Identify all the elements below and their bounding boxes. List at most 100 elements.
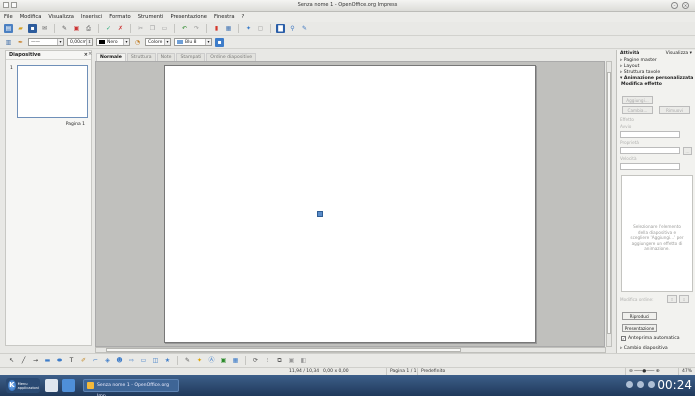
area-color-combo[interactable]: Blu 8 ▾	[174, 38, 212, 46]
line-width-combo[interactable]: 0,00cm ⇕	[67, 38, 93, 46]
menu-presentazione[interactable]: Presentazione	[170, 14, 206, 20]
tab-stampati[interactable]: Stampati	[176, 53, 206, 61]
area-style-combo[interactable]: Colore ▾	[145, 38, 171, 46]
cut-icon[interactable]: ✂	[136, 24, 145, 33]
save-icon[interactable]: ▪	[28, 24, 37, 33]
move-up-icon[interactable]: ⇧	[667, 295, 677, 303]
line-icon[interactable]: ╱	[19, 356, 28, 365]
tab-struttura[interactable]: Struttura	[126, 53, 156, 61]
slide-thumbnail[interactable]	[17, 65, 88, 118]
object-placeholder-icon[interactable]	[317, 211, 323, 217]
window-titlebar[interactable]: Senza nome 1 - OpenOffice.org Impress – …	[0, 0, 695, 12]
flowchart-icon[interactable]: ▭	[139, 356, 148, 365]
menu-help[interactable]: ?	[242, 14, 245, 20]
print-icon[interactable]: ⎙	[84, 24, 93, 33]
select-icon[interactable]: ↖	[7, 356, 16, 365]
comment-icon[interactable]: ✎	[300, 24, 309, 33]
menu-finestra[interactable]: Finestra	[214, 14, 235, 20]
zoom-slider[interactable]: ⊖ ───●─── ⊕	[625, 368, 675, 375]
vertical-scroll-thumb[interactable]	[607, 72, 611, 334]
change-effect-button[interactable]: Cambia...	[622, 106, 653, 114]
gallery-icon[interactable]: ▢	[256, 24, 265, 33]
close-icon[interactable]: ×	[88, 51, 92, 57]
table-icon[interactable]: ▦	[224, 24, 233, 33]
spellcheck-icon[interactable]: ✓	[104, 24, 113, 33]
speed-combo[interactable]	[620, 163, 680, 170]
property-options-button[interactable]: …	[683, 147, 692, 155]
shadow-toggle-icon[interactable]: ▣	[287, 356, 296, 365]
curve-icon[interactable]: ✐	[79, 356, 88, 365]
minimize-icon[interactable]: –	[671, 2, 678, 9]
edit-icon[interactable]: ✎	[60, 24, 69, 33]
gallery-toolbar-icon[interactable]: ▦	[231, 356, 240, 365]
ellipse-icon[interactable]: ⬬	[55, 356, 64, 365]
align-icon[interactable]: ⫶	[263, 356, 272, 365]
status-zoom[interactable]: 47%	[678, 368, 692, 375]
menu-inserisci[interactable]: Inserisci	[81, 14, 102, 20]
paste-icon[interactable]: ▭	[160, 24, 169, 33]
open-icon[interactable]: ▰	[16, 24, 25, 33]
fontwork-icon[interactable]: Ⓐ	[207, 356, 216, 365]
slide-canvas[interactable]	[95, 61, 605, 347]
new-icon[interactable]: ▤	[4, 24, 13, 33]
area-icon[interactable]: ◔	[133, 38, 142, 47]
text-icon[interactable]: T	[67, 356, 76, 365]
menu-modifica[interactable]: Modifica	[20, 14, 42, 20]
stars-icon[interactable]: ★	[163, 356, 172, 365]
menu-formato[interactable]: Formato	[109, 14, 130, 20]
auto-preview-checkbox[interactable]: ✓	[621, 336, 626, 341]
start-menu-button[interactable]: K Menu applicazioni	[6, 378, 40, 393]
tab-ordine-diapositive[interactable]: Ordine diapositive	[206, 53, 257, 61]
email-icon[interactable]: ✉	[40, 24, 49, 33]
callouts-icon[interactable]: ◫	[151, 356, 160, 365]
pdf-icon[interactable]: ▣	[72, 24, 81, 33]
shadow-icon[interactable]: ▪	[215, 37, 224, 47]
chart-icon[interactable]: ▮	[212, 24, 221, 33]
close-icon[interactable]: ×	[682, 2, 689, 9]
symbol-shapes-icon[interactable]: ☻	[115, 356, 124, 365]
navigator-icon[interactable]: ✦	[244, 24, 253, 33]
clock[interactable]: 00:24	[657, 378, 692, 392]
file-manager-icon[interactable]	[62, 379, 75, 392]
zoom-icon[interactable]: ⚲	[288, 24, 297, 33]
line-style-combo[interactable]: —— ▾	[28, 38, 64, 46]
horizontal-scroll-thumb[interactable]	[106, 348, 461, 352]
section-cambio-diapositiva[interactable]: ▹ Cambio diapositiva	[617, 346, 668, 352]
extrusion-icon[interactable]: ◧	[299, 356, 308, 365]
redo-icon[interactable]: ↷	[192, 24, 201, 33]
menu-file[interactable]: File	[4, 14, 13, 20]
block-arrows-icon[interactable]: ⇨	[127, 356, 136, 365]
slide-page[interactable]	[164, 65, 536, 343]
object-icon[interactable]: ▥	[4, 38, 13, 47]
effect-list[interactable]: Selezionare l'elemento della diapositiva…	[621, 175, 693, 292]
menu-visualizza[interactable]: Visualizza	[48, 14, 74, 20]
tab-normale[interactable]: Normale	[96, 53, 126, 61]
rotate-icon[interactable]: ⟳	[251, 356, 260, 365]
from-file-icon[interactable]: ▣	[219, 356, 228, 365]
menu-strumenti[interactable]: Strumenti	[138, 14, 164, 20]
connector-icon[interactable]: ⌐	[91, 356, 100, 365]
line-color-combo[interactable]: Nero ▾	[96, 38, 130, 46]
task-pane-view-menu[interactable]: Visualizza ▾	[666, 51, 692, 57]
tab-note[interactable]: Note	[156, 53, 176, 61]
move-down-icon[interactable]: ⇩	[679, 295, 689, 303]
points-icon[interactable]: ✎	[183, 356, 192, 365]
remove-effect-button[interactable]: Rimuovi	[659, 106, 690, 114]
taskbar-item-impress[interactable]: Senza nome 1 - OpenOffice.org Imp	[83, 379, 179, 396]
help-icon[interactable]: ▇	[276, 24, 285, 33]
desktop-icon[interactable]	[45, 379, 58, 392]
basic-shapes-icon[interactable]: ◈	[103, 356, 112, 365]
copy-icon[interactable]: ❐	[148, 24, 157, 33]
glue-points-icon[interactable]: ✦	[195, 356, 204, 365]
arrow-style-icon[interactable]: ✒	[16, 38, 25, 47]
vertical-scrollbar[interactable]	[606, 61, 612, 347]
start-combo[interactable]	[620, 131, 680, 138]
autospell-icon[interactable]: ✗	[116, 24, 125, 33]
arrow-line-icon[interactable]: →	[31, 356, 40, 365]
presentation-button[interactable]: Presentazione	[622, 324, 657, 332]
tray-volume-icon[interactable]	[648, 381, 655, 388]
rectangle-icon[interactable]: ▬	[43, 356, 52, 365]
tray-network-icon[interactable]	[637, 381, 644, 388]
arrange-icon[interactable]: ⧉	[275, 356, 284, 365]
add-effect-button[interactable]: Aggiungi...	[622, 96, 653, 104]
